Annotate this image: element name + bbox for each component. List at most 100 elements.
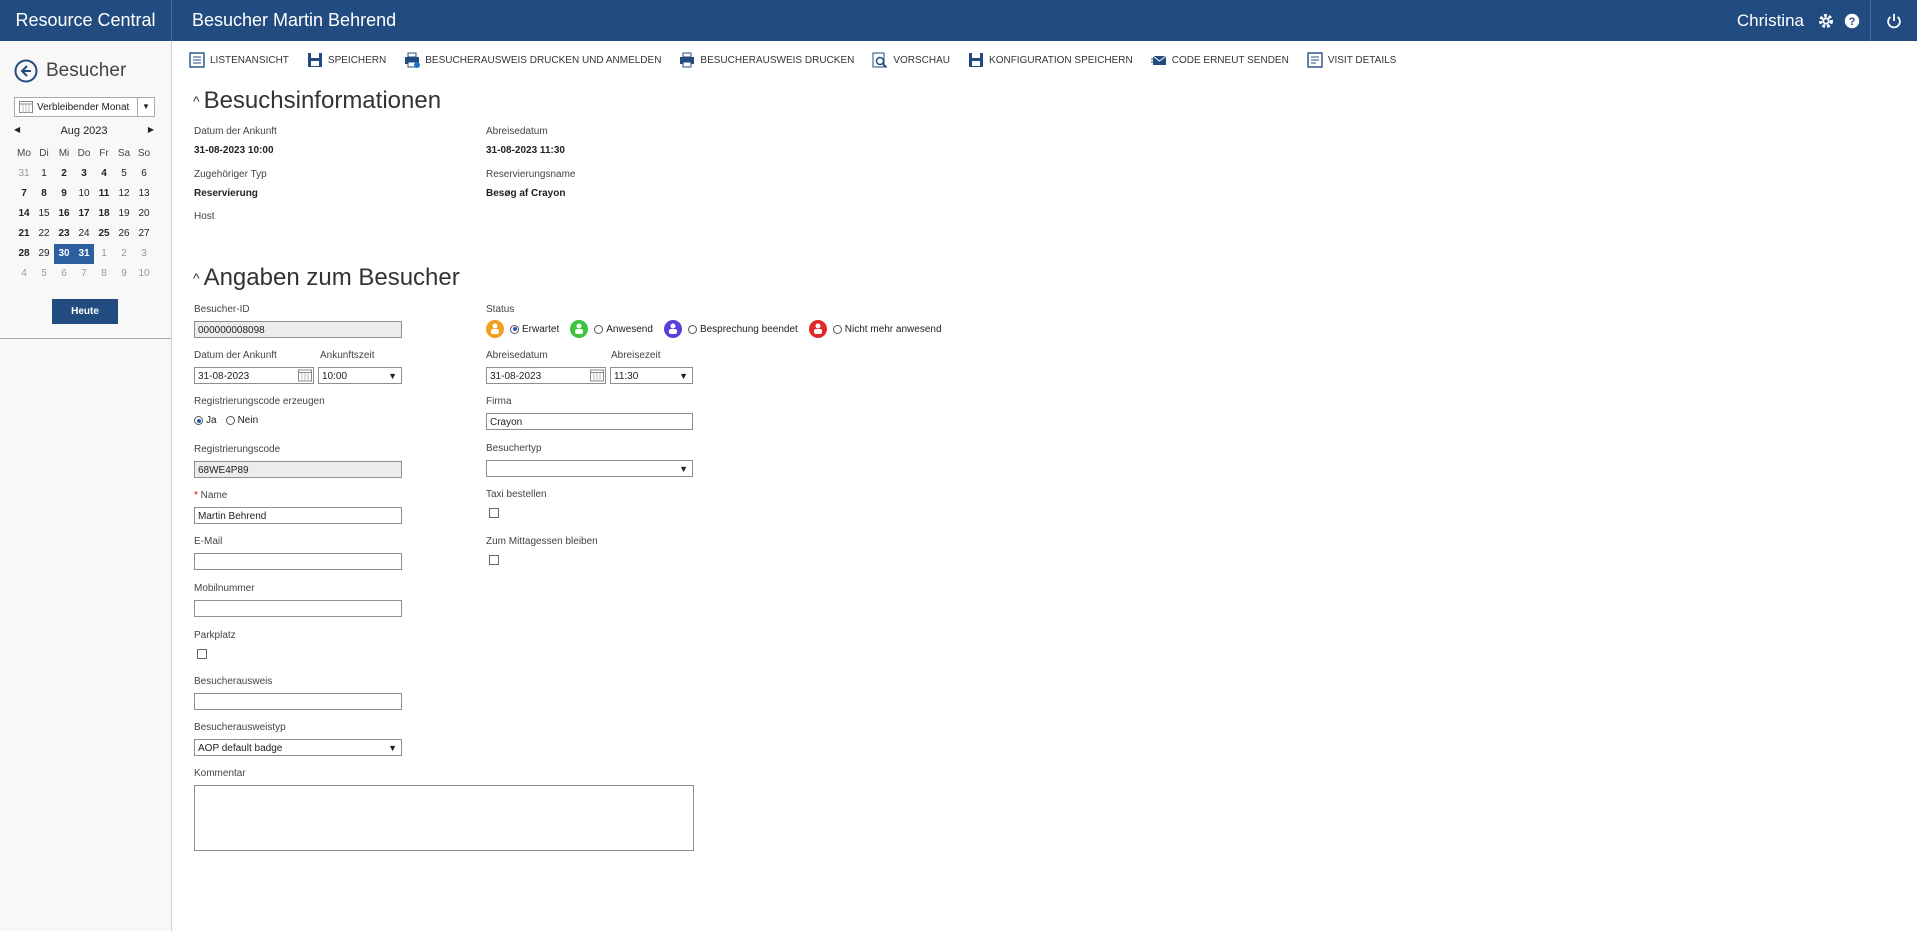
calendar-day[interactable]: 30 xyxy=(54,244,74,264)
calendar-day[interactable]: 9 xyxy=(114,264,134,284)
regcode-no-radio[interactable] xyxy=(225,416,235,425)
calendar-day[interactable]: 20 xyxy=(134,204,154,224)
calendar-day[interactable]: 6 xyxy=(134,164,154,184)
company-label: Firma xyxy=(486,396,512,407)
print-badge-button[interactable]: BESUCHERAUSWEIS DRUCKEN xyxy=(679,52,854,68)
calendar-day[interactable]: 23 xyxy=(54,224,74,244)
visitor-id-field[interactable]: 000000008098 xyxy=(194,321,402,338)
calendar-day[interactable]: 10 xyxy=(134,264,154,284)
calendar-day[interactable]: 27 xyxy=(134,224,154,244)
email-field[interactable] xyxy=(194,553,402,570)
save-button[interactable]: SPEICHERN xyxy=(307,52,386,68)
preview-button[interactable]: VORSCHAU xyxy=(872,52,950,68)
collapse-chevron-icon[interactable]: ^ xyxy=(193,270,200,286)
status-meeting-ended-radio[interactable] xyxy=(687,324,697,334)
calendar-icon[interactable] xyxy=(590,369,604,382)
user-name[interactable]: Christina xyxy=(1737,0,1804,41)
departure-date-field[interactable]: 31-08-2023 xyxy=(486,367,606,384)
print-badge-register-button[interactable]: BESUCHERAUSWEIS DRUCKEN UND ANMELDEN xyxy=(404,52,661,68)
taxi-checkbox[interactable] xyxy=(489,508,499,518)
calendar-day[interactable]: 15 xyxy=(34,204,54,224)
status-present-label: Anwesend xyxy=(606,323,653,335)
calendar-day[interactable]: 5 xyxy=(114,164,134,184)
status-expected-option[interactable]: Erwartet xyxy=(486,320,559,338)
visitor-section-header[interactable]: ^ Angaben zum Besucher xyxy=(193,264,460,292)
status-present-option[interactable]: Anwesend xyxy=(570,320,653,338)
calendar-day[interactable]: 7 xyxy=(14,184,34,204)
arrival-date-field[interactable]: 31-08-2023 xyxy=(194,367,314,384)
departure-time-select[interactable]: 11:30 ▼ xyxy=(610,367,693,384)
status-gone-radio[interactable] xyxy=(832,324,842,334)
lunch-checkbox[interactable] xyxy=(489,555,499,565)
calendar-day[interactable]: 28 xyxy=(14,244,34,264)
calendar-day[interactable]: 9 xyxy=(54,184,74,204)
calendar-day[interactable]: 26 xyxy=(114,224,134,244)
status-label: Status xyxy=(486,304,515,315)
calendar-day[interactable]: 18 xyxy=(94,204,114,224)
calendar-day[interactable]: 4 xyxy=(14,264,34,284)
calendar-day[interactable]: 24 xyxy=(74,224,94,244)
mobile-field[interactable] xyxy=(194,600,402,617)
calendar-day[interactable]: 8 xyxy=(94,264,114,284)
next-month-icon[interactable]: ▶ xyxy=(148,125,154,134)
person-gone-icon xyxy=(808,320,827,338)
status-meeting-ended-option[interactable]: Besprechung beendet xyxy=(663,320,798,338)
calendar-day[interactable]: 1 xyxy=(34,164,54,184)
help-icon[interactable]: ? xyxy=(1843,12,1861,30)
calendar-day[interactable]: 5 xyxy=(34,264,54,284)
calendar-day[interactable]: 2 xyxy=(54,164,74,184)
back-arrow-icon[interactable] xyxy=(14,59,38,83)
list-view-button[interactable]: LISTENANSICHT xyxy=(189,52,289,68)
lunch-label: Zum Mittagessen bleiben xyxy=(486,536,598,547)
email-label: E-Mail xyxy=(194,536,223,547)
save-config-button[interactable]: KONFIGURATION SPEICHERN xyxy=(968,52,1133,68)
status-gone-option[interactable]: Nicht mehr anwesend xyxy=(808,320,942,338)
calendar-day[interactable]: 13 xyxy=(134,184,154,204)
calendar-day[interactable]: 17 xyxy=(74,204,94,224)
collapse-chevron-icon[interactable]: ^ xyxy=(193,93,200,109)
status-present-radio[interactable] xyxy=(594,324,604,334)
calendar-day[interactable]: 6 xyxy=(54,264,74,284)
parking-checkbox[interactable] xyxy=(197,649,207,659)
power-icon[interactable] xyxy=(1885,12,1903,30)
name-field[interactable]: Martin Behrend xyxy=(194,507,402,524)
date-range-select[interactable]: Verbleibender Monat ▼ xyxy=(14,97,155,117)
calendar-icon[interactable] xyxy=(298,369,312,382)
visitor-type-select[interactable]: ▼ xyxy=(486,460,693,477)
resend-code-button[interactable]: CODE ERNEUT SENDEN xyxy=(1150,52,1289,68)
calendar-day[interactable]: 4 xyxy=(94,164,114,184)
regcode-field[interactable]: 68WE4P89 xyxy=(194,461,402,478)
calendar-day[interactable]: 3 xyxy=(134,244,154,264)
calendar-day[interactable]: 14 xyxy=(14,204,34,224)
calendar-day[interactable]: 11 xyxy=(94,184,114,204)
calendar-day[interactable]: 8 xyxy=(34,184,54,204)
calendar-day[interactable]: 3 xyxy=(74,164,94,184)
calendar-day[interactable]: 31 xyxy=(74,244,94,264)
regcode-yes-radio[interactable] xyxy=(194,416,203,425)
calendar-day[interactable]: 29 xyxy=(34,244,54,264)
gear-icon[interactable] xyxy=(1817,12,1835,30)
badge-type-select[interactable]: AOP default badge ▼ xyxy=(194,739,402,756)
calendar-day[interactable]: 10 xyxy=(74,184,94,204)
visit-details-button[interactable]: VISIT DETAILS xyxy=(1307,52,1396,68)
calendar-weekday: So xyxy=(137,148,151,159)
calendar-day[interactable]: 25 xyxy=(94,224,114,244)
today-button[interactable]: Heute xyxy=(52,299,118,324)
calendar-day[interactable]: 1 xyxy=(94,244,114,264)
app-title[interactable]: Resource Central xyxy=(0,0,172,41)
calendar-day[interactable]: 2 xyxy=(114,244,134,264)
calendar-day[interactable]: 31 xyxy=(14,164,34,184)
calendar-day[interactable]: 7 xyxy=(74,264,94,284)
badge-field[interactable] xyxy=(194,693,402,710)
calendar-day[interactable]: 16 xyxy=(54,204,74,224)
arrival-time-select[interactable]: 10:00 ▼ xyxy=(318,367,402,384)
status-expected-radio[interactable] xyxy=(510,324,519,334)
company-field[interactable]: Crayon xyxy=(486,413,693,430)
dropdown-arrow-icon[interactable]: ▼ xyxy=(137,98,154,116)
comment-textarea[interactable] xyxy=(194,785,694,851)
calendar-day[interactable]: 21 xyxy=(14,224,34,244)
visit-info-section-header[interactable]: ^ Besuchsinformationen xyxy=(193,87,441,115)
calendar-day[interactable]: 12 xyxy=(114,184,134,204)
calendar-day[interactable]: 19 xyxy=(114,204,134,224)
calendar-day[interactable]: 22 xyxy=(34,224,54,244)
